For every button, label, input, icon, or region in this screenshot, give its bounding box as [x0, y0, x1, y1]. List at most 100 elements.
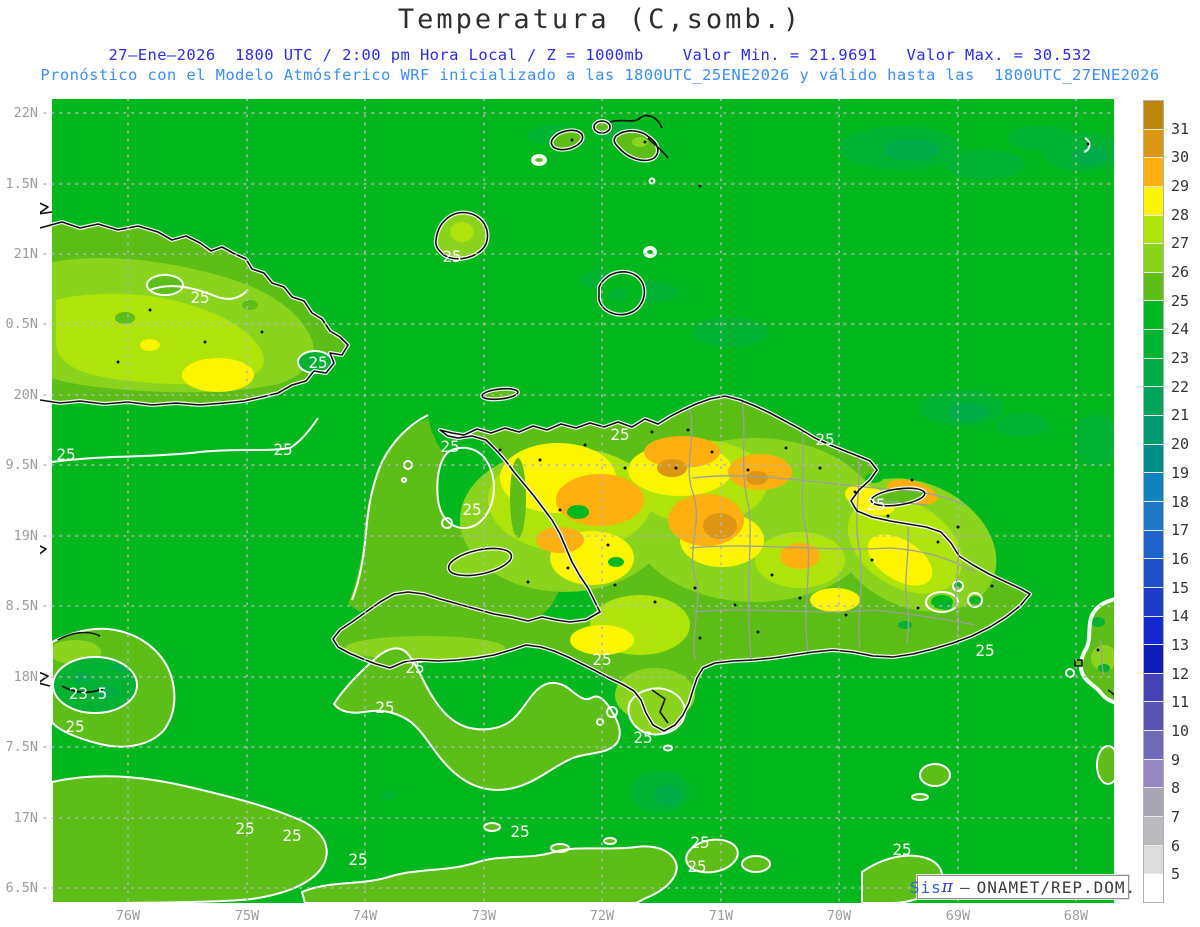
lon-tick-label: 76W — [115, 908, 141, 924]
colorbar-boundary-label: 23 — [1171, 349, 1190, 368]
colorbar-boundary-label: 13 — [1171, 635, 1190, 654]
colorbar-boundary-label: 31 — [1171, 119, 1190, 138]
colorbar-block — [1144, 731, 1163, 760]
colorbar-block — [1144, 158, 1163, 187]
colorbar-boundary-label: 22 — [1171, 377, 1190, 396]
lon-tick-label: 68W — [1063, 908, 1089, 924]
lon-tick-label: 73W — [471, 908, 497, 924]
colorbar-block — [1144, 645, 1163, 674]
colorbar-block — [1144, 416, 1163, 445]
lat-tick-label: 22N — [13, 105, 38, 121]
contour-label: 25 — [282, 826, 302, 845]
colorbar-boundary-label: 8 — [1171, 779, 1181, 798]
colorbar-block — [1144, 587, 1163, 617]
colorbar-block — [1144, 444, 1163, 474]
colorbar-boundary-label: 16 — [1171, 549, 1190, 568]
colorbar-boundary-label: 11 — [1171, 693, 1190, 712]
colorbar-block — [1144, 330, 1163, 359]
colorbar-boundary-label: 21 — [1171, 406, 1190, 425]
lat-tick-label: 9.5N — [5, 457, 38, 473]
colorbar-block — [1144, 101, 1163, 130]
colorbar-boundary-label: 7 — [1171, 807, 1181, 826]
brand-separator: – — [959, 877, 971, 897]
lat-tick-label: 21N — [13, 246, 38, 262]
contour-label: 25 — [815, 430, 835, 449]
colorbar-block — [1144, 501, 1163, 531]
colorbar-block — [1144, 215, 1163, 245]
colorbar-block — [1144, 673, 1163, 703]
wrf-temperature-forecast-screen: Temperatura (C,somb.) 27–Ene–2026 1800 U… — [0, 0, 1200, 927]
pi-symbol: π — [941, 877, 954, 897]
contour-label: 25 — [610, 425, 630, 444]
colorbar-boundary-label: 17 — [1171, 521, 1190, 540]
branding-box: Sis π – ONAMET/REP.DOM. — [910, 875, 1135, 899]
lat-tick-label: 19N — [13, 528, 38, 544]
lat-tick-label: 20N — [13, 387, 38, 403]
contour-label: 25 — [375, 698, 395, 717]
contour-label: 25 — [462, 500, 482, 519]
lon-tick-label: 70W — [826, 908, 852, 924]
contour-label: 25 — [866, 495, 886, 514]
colorbar-boundary-label: 9 — [1171, 750, 1181, 769]
org-label: ONAMET/REP.DOM. — [976, 877, 1137, 897]
contour-label: 25 — [690, 833, 710, 852]
lat-tick-label: 6.5N — [5, 880, 38, 896]
lat-tick-label: 18N — [13, 669, 38, 685]
colorbar-boundary-label: 20 — [1171, 435, 1190, 454]
colorbar-block — [1144, 301, 1163, 331]
contour-label: 25 — [592, 650, 612, 669]
contour-label: 23.5 — [68, 684, 108, 703]
colorbar-block — [1144, 759, 1163, 789]
contour-label: 25 — [442, 247, 462, 266]
contour-label: 25 — [65, 717, 85, 736]
contour-label: 25 — [56, 445, 76, 464]
contour-label: 25 — [235, 819, 255, 838]
lon-tick-label: 75W — [234, 908, 260, 924]
colorbar-boundary-label: 29 — [1171, 177, 1190, 196]
lat-tick-label: 17N — [13, 810, 38, 826]
colorbar-block — [1144, 702, 1163, 732]
colorbar-block — [1144, 817, 1163, 846]
colorbar-boundary-label: 24 — [1171, 320, 1190, 339]
contour-label: 25 — [633, 728, 653, 747]
colorbar-block — [1144, 186, 1163, 216]
colorbar-boundary-label: 5 — [1171, 865, 1181, 884]
lat-tick-label: 1.5N — [5, 176, 38, 192]
contour-label: 25 — [510, 822, 530, 841]
colorbar-block — [1144, 559, 1163, 588]
contour-label: 25 — [273, 440, 293, 459]
colorbar-boundary-label: 25 — [1171, 291, 1190, 310]
lat-tick-label: 7.5N — [5, 739, 38, 755]
temperature-map — [40, 99, 1114, 903]
lon-tick-label: 72W — [589, 908, 615, 924]
lon-tick-label: 69W — [945, 908, 971, 924]
colorbar-boundary-label: 18 — [1171, 492, 1190, 511]
contour-label: 25 — [308, 353, 328, 372]
colorbar-block — [1144, 845, 1163, 875]
colorbar-boundary-label: 28 — [1171, 205, 1190, 224]
colorbar-block — [1144, 272, 1163, 302]
lon-tick-label: 74W — [352, 908, 378, 924]
colorbar-block — [1144, 473, 1163, 502]
colorbar-block — [1144, 244, 1163, 273]
colorbar-boundary-label: 19 — [1171, 463, 1190, 482]
colorbar-boundary-label: 10 — [1171, 721, 1190, 740]
colorbar-boundary-label: 15 — [1171, 578, 1190, 597]
colorbar-block — [1144, 788, 1163, 818]
colorbar-boundary-label: 6 — [1171, 836, 1181, 855]
colorbar-block — [1144, 616, 1163, 646]
contour-label: 25 — [975, 641, 995, 660]
colorbar — [1143, 100, 1164, 903]
contour-label: 25 — [687, 857, 707, 876]
colorbar-block — [1144, 874, 1163, 902]
colorbar-boundary-label: 26 — [1171, 263, 1190, 282]
sispi-logo: Sis — [909, 877, 942, 897]
colorbar-boundary-label: 30 — [1171, 148, 1190, 167]
colorbar-boundary-label: 27 — [1171, 234, 1190, 253]
contour-label: 25 — [348, 850, 368, 869]
colorbar-block — [1144, 129, 1163, 159]
lat-tick-label: 8.5N — [5, 598, 38, 614]
lat-tick-label: 0.5N — [5, 316, 38, 332]
contour-label: 25 — [892, 840, 912, 859]
colorbar-block — [1144, 530, 1163, 560]
